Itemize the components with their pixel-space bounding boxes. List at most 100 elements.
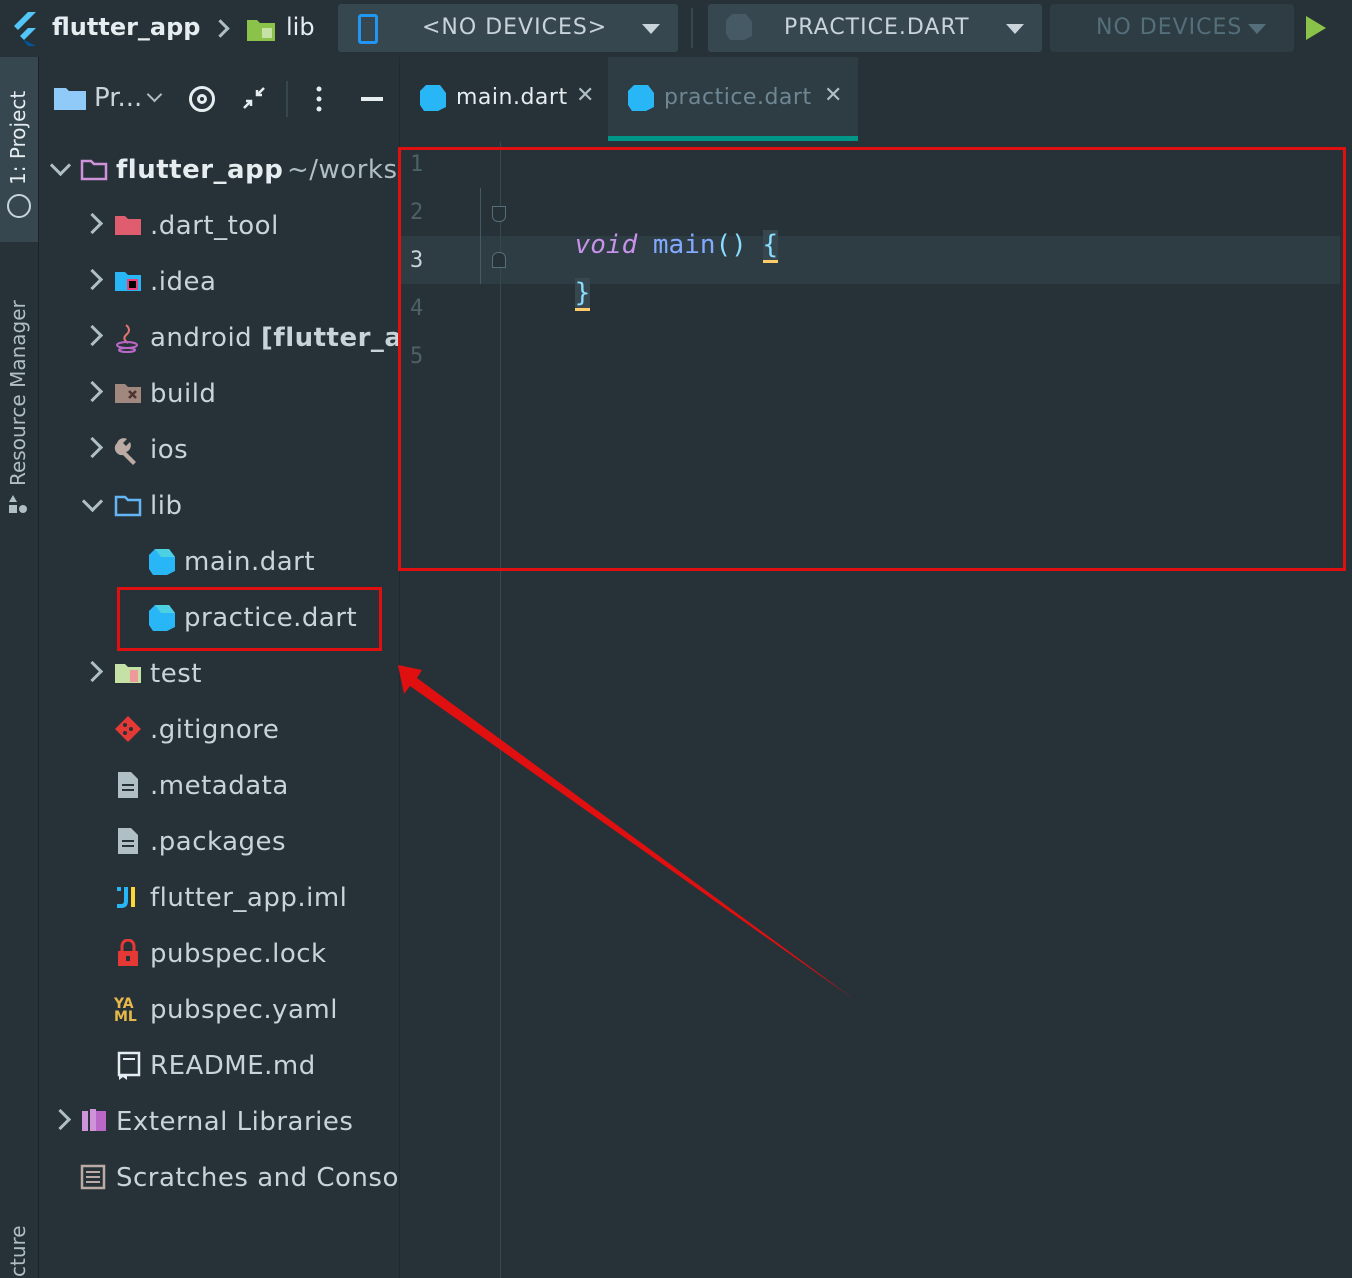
secondary-device-selector[interactable]: NO DEVICES (1050, 4, 1294, 52)
resource-manager-label: Resource Manager (6, 300, 30, 486)
chevron-right-icon (81, 324, 104, 347)
main-toolbar: flutter_app lib <NO DEVICES> PRACTICE.DA… (0, 0, 1352, 57)
hide-panel-icon[interactable] (361, 97, 383, 101)
wrench-icon (114, 435, 142, 465)
editor-tabs: main.dart ✕ practice.dart ✕ (400, 57, 1352, 141)
tree-item-scratches[interactable]: Scratches and Conso (39, 1154, 399, 1204)
tree-item-gitignore[interactable]: .gitignore (39, 706, 399, 756)
project-view-selector[interactable]: Pr... (94, 83, 142, 113)
tree-item-pubspec-yaml[interactable]: YA ML pubspec.yaml (39, 986, 399, 1036)
run-config-selector[interactable]: PRACTICE.DART (708, 4, 1042, 52)
file-icon (116, 771, 144, 799)
project-tab-label: 1: Project (6, 90, 30, 185)
tree-item-idea[interactable]: .idea (39, 258, 399, 308)
project-panel: Pr... flutter_app ~/worksp .dart_tool .i… (39, 57, 400, 1278)
file-icon (116, 827, 144, 855)
chevron-down-icon (81, 490, 104, 513)
tree-item-main-dart[interactable]: main.dart (39, 538, 399, 588)
tab-label: main.dart (456, 85, 568, 110)
iml-icon (114, 883, 142, 911)
chevron-down-icon (146, 86, 163, 103)
chevron-right-icon (49, 1108, 72, 1131)
tree-item-label: .packages (150, 827, 287, 857)
tree-root-flutter-app[interactable]: flutter_app ~/worksp (39, 146, 399, 196)
resource-manager-tab[interactable]: Resource Manager (0, 262, 38, 522)
module-suffix: [flutter_ap (261, 323, 399, 353)
tree-item-ios[interactable]: ios (39, 426, 399, 476)
lock-icon (116, 938, 144, 967)
tree-item-label: External Libraries (116, 1107, 354, 1137)
project-tool-tab[interactable]: 1: Project (0, 57, 38, 242)
breadcrumb-lib[interactable]: lib (286, 12, 315, 42)
tool-window-strip: 1: Project Resource Manager cture (0, 57, 39, 1278)
project-tab-icon (7, 194, 31, 218)
chevron-down-icon (642, 24, 660, 34)
tree-item-pubspec-lock[interactable]: pubspec.lock (39, 930, 399, 980)
tab-practice-dart[interactable]: practice.dart ✕ (608, 57, 858, 141)
device-selector-label: <NO DEVICES> (422, 15, 608, 40)
yaml-icon: YA ML (114, 996, 137, 1025)
libraries-icon (80, 1107, 108, 1135)
tree-item-label: pubspec.lock (150, 939, 327, 969)
root-name: flutter_app (116, 155, 284, 185)
idea-folder-icon (114, 267, 142, 295)
git-icon (114, 715, 142, 743)
tree-item-label: lib (150, 491, 183, 521)
options-kebab-icon[interactable] (309, 85, 329, 117)
chevron-right-icon (81, 268, 104, 291)
java-icon (114, 323, 142, 353)
phone-icon (358, 14, 378, 44)
folder-icon (114, 491, 142, 519)
tree-item-lib[interactable]: lib (39, 482, 399, 532)
dart-icon (724, 12, 754, 46)
panel-divider (286, 81, 288, 117)
tree-item-android[interactable]: android [flutter_ap (39, 314, 399, 364)
close-icon[interactable]: ✕ (824, 83, 842, 108)
chevron-right-icon (81, 212, 104, 235)
project-view-folder-icon (53, 85, 87, 115)
file-highlight-box (117, 587, 382, 651)
secondary-device-label: NO DEVICES (1096, 15, 1243, 40)
tree-item-label: .idea (150, 267, 217, 297)
locate-target-inner (197, 94, 207, 104)
tree-item-label: test (150, 659, 202, 689)
collapse-all-icon[interactable] (241, 85, 267, 115)
tab-main-dart[interactable]: main.dart ✕ (400, 57, 608, 141)
module-folder-icon (80, 155, 108, 183)
tree-item-label: Scratches and Conso (116, 1163, 399, 1193)
root-path: ~/worksp (287, 155, 399, 185)
tree-item-readme[interactable]: README.md (39, 1042, 399, 1092)
tree-item-label: build (150, 379, 217, 409)
tree-item-label: .metadata (150, 771, 289, 801)
dart-icon (626, 83, 656, 117)
close-icon[interactable]: ✕ (576, 83, 594, 108)
structure-tab-label: cture (6, 1225, 30, 1277)
tree-item-packages[interactable]: .packages (39, 818, 399, 868)
dart-icon (418, 83, 448, 117)
structure-tab[interactable]: cture (0, 1217, 38, 1278)
project-name[interactable]: flutter_app (52, 12, 201, 42)
chevron-down-icon (49, 154, 72, 177)
tree-item-build[interactable]: build (39, 370, 399, 420)
tree-item-label: ios (150, 435, 189, 465)
tree-item-test[interactable]: test (39, 650, 399, 700)
run-config-label: PRACTICE.DART (784, 15, 970, 40)
chevron-right-icon (81, 380, 104, 403)
toolbar-separator (691, 8, 693, 48)
dart-icon (147, 547, 175, 575)
folder-excluded-icon (114, 211, 142, 239)
device-selector[interactable]: <NO DEVICES> (338, 4, 678, 52)
tree-item-metadata[interactable]: .metadata (39, 762, 399, 812)
lib-folder-icon (246, 16, 276, 46)
build-folder-icon (114, 379, 142, 407)
scratches-icon (80, 1163, 108, 1191)
test-folder-icon (114, 659, 142, 687)
tree-item-external-libraries[interactable]: External Libraries (39, 1098, 399, 1148)
tree-item-label: .gitignore (150, 715, 280, 745)
run-button[interactable] (1306, 16, 1326, 40)
flutter-logo-icon (10, 12, 40, 50)
tree-item-iml[interactable]: flutter_app.iml (39, 874, 399, 924)
tree-item-dart-tool[interactable]: .dart_tool (39, 202, 399, 252)
tree-item-label: .dart_tool (150, 211, 279, 241)
project-panel-header: Pr... (39, 57, 399, 141)
